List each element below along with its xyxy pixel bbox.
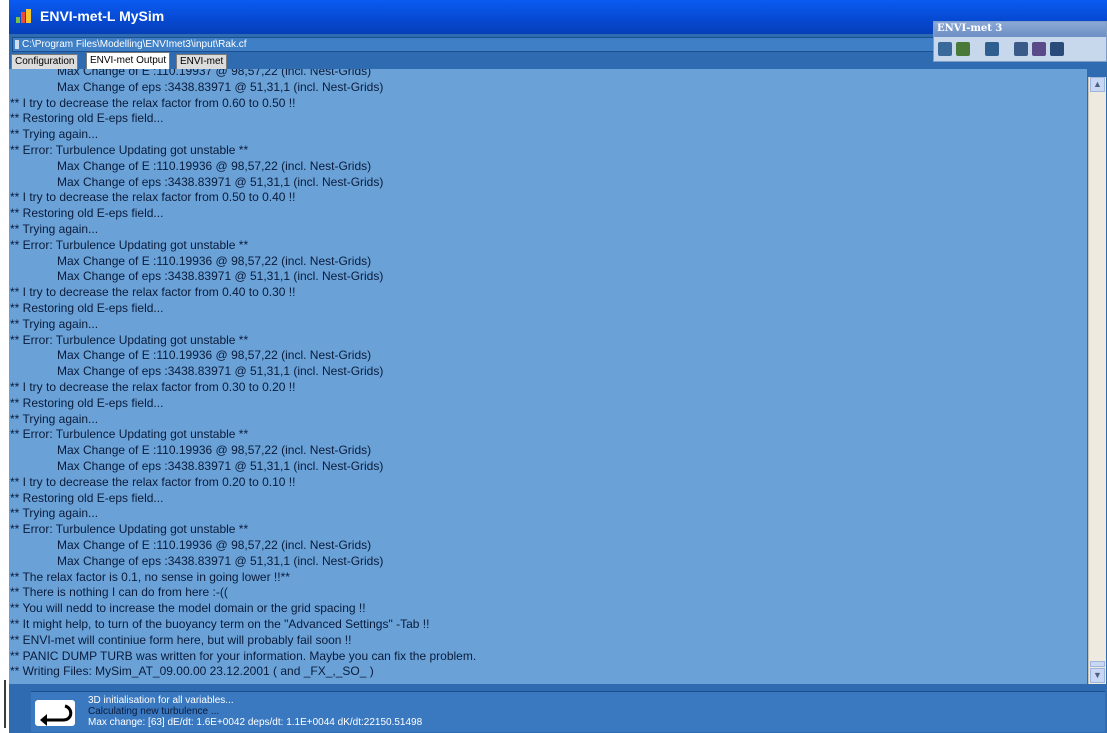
log-line: Max Change of E :110.19936 @ 98,57,22 (i… <box>57 538 372 552</box>
log-line: ** ENVI-met will continiue form here, bu… <box>10 632 352 647</box>
log-line: ** I try to decrease the relax factor fr… <box>10 474 296 489</box>
desktop-edge-mark <box>4 680 6 728</box>
log-line: ** Error: Turbulence Updating got unstab… <box>10 522 249 537</box>
status-area: 3D initialisation for all variables... C… <box>9 684 1107 733</box>
status-line-3: Max change: [63] dE/dt: 1.6E+0042 deps/d… <box>88 717 423 728</box>
database-icon[interactable] <box>985 42 999 56</box>
log-line: ** It might help, to turn of the buoyanc… <box>10 617 430 631</box>
log-line: ** Error: Turbulence Updating got unstab… <box>10 237 249 252</box>
envimet-toolbar[interactable]: ENVI-met 3 <box>933 21 1107 62</box>
log-line: ** I try to decrease the relax factor fr… <box>10 285 296 300</box>
file-path: C:\Program Files\Modelling\ENVImet3\inpu… <box>22 39 247 50</box>
status-panel: 3D initialisation for all variables... C… <box>31 691 1105 732</box>
scroll-up-button[interactable]: ▲ <box>1090 77 1105 92</box>
log-line: ** There is nothing I can do from here :… <box>10 585 228 600</box>
log-line: ** You will nedd to increase the model d… <box>10 601 366 616</box>
log-line: ** Trying again... <box>10 127 99 142</box>
log-line: Max Change of eps :3438.83971 @ 51,31,1 … <box>57 79 384 94</box>
log-line: ** Error: Turbulence Updating got unstab… <box>10 427 249 442</box>
log-line: ** I try to decrease the relax factor fr… <box>10 190 296 205</box>
log-line: ** Restoring old E-eps field... <box>10 301 164 315</box>
log-line: ** PANIC DUMP TURB was written for your … <box>10 648 477 663</box>
run-model-icon[interactable] <box>956 42 970 56</box>
log-line: ** Error: Turbulence Updating got unstab… <box>10 332 249 347</box>
log-line: Max Change of eps :3438.83971 @ 51,31,1 … <box>57 174 384 189</box>
status-line-2: Calculating new turbulence ... <box>88 706 220 717</box>
log-line: ** Writing Files: MySim_AT_09.00.00 23.1… <box>10 664 374 679</box>
log-line: Max Change of E :110.19936 @ 98,57,22 (i… <box>57 443 372 458</box>
log-line: ** I try to decrease the relax factor fr… <box>10 380 296 394</box>
log-line: ** Restoring old E-eps field... <box>10 395 164 410</box>
toolbar-title-bar[interactable]: ENVI-met 3 <box>934 22 1106 37</box>
leonardo-viewer-icon[interactable] <box>1014 42 1028 56</box>
log-line: ** The relax factor is 0.1, no sense in … <box>10 569 290 584</box>
log-line: ** Restoring old E-eps field... <box>10 111 164 126</box>
edit-config-icon[interactable] <box>938 42 952 56</box>
xtract-icon[interactable] <box>1032 42 1046 56</box>
help-icon[interactable] <box>1050 42 1064 56</box>
output-console[interactable]: Max Change of E :110.19937 @ 98,57,22 (i… <box>9 69 1087 684</box>
status-line-1: 3D initialisation for all variables... <box>88 695 234 706</box>
return-arrow-icon <box>35 700 75 726</box>
tab-configuration[interactable]: Configuration <box>11 54 79 70</box>
app-window: ENVI-met-L MySim C:\Program Files\Modell… <box>9 0 1107 733</box>
window-title: ENVI-met-L MySim <box>40 8 165 24</box>
scroll-thumb[interactable] <box>1090 661 1105 667</box>
log-line: Max Change of E :110.19936 @ 98,57,22 (i… <box>57 253 372 268</box>
desktop-edge <box>0 0 8 733</box>
log-line: ** Trying again... <box>10 222 99 236</box>
tab-envimet-output[interactable]: ENVI-met Output <box>86 52 171 69</box>
log-line: Max Change of E :110.19936 @ 98,57,22 (i… <box>57 158 372 173</box>
log-line: Max Change of E :110.19937 @ 98,57,22 (i… <box>57 69 372 78</box>
log-line: Max Change of eps :3438.83971 @ 51,31,1 … <box>57 364 384 379</box>
log-line: Max Change of eps :3438.83971 @ 51,31,1 … <box>57 459 384 473</box>
file-path-bar: C:\Program Files\Modelling\ENVImet3\inpu… <box>12 37 936 52</box>
app-icon <box>16 9 31 23</box>
log-line: ** Error: Turbulence Updating got unstab… <box>10 143 249 157</box>
log-line: ** Restoring old E-eps field... <box>10 490 164 505</box>
log-line: Max Change of eps :3438.83971 @ 51,31,1 … <box>57 269 384 284</box>
log-line: Max Change of eps :3438.83971 @ 51,31,1 … <box>57 553 384 568</box>
log-line: ** Trying again... <box>10 316 99 331</box>
scroll-down-button[interactable]: ▼ <box>1090 668 1105 683</box>
log-line: ** Trying again... <box>10 411 99 426</box>
file-icon <box>15 40 19 49</box>
log-line: ** I try to decrease the relax factor fr… <box>10 95 296 110</box>
toolbar-title: ENVI-met 3 <box>937 23 1003 34</box>
log-line: ** Trying again... <box>10 506 99 521</box>
tab-envimet[interactable]: ENVI-met <box>176 54 228 70</box>
log-line: Max Change of E :110.19936 @ 98,57,22 (i… <box>57 348 372 363</box>
vertical-scrollbar[interactable]: ▲ ▼ <box>1088 77 1106 684</box>
log-line: ** Restoring old E-eps field... <box>10 206 164 221</box>
